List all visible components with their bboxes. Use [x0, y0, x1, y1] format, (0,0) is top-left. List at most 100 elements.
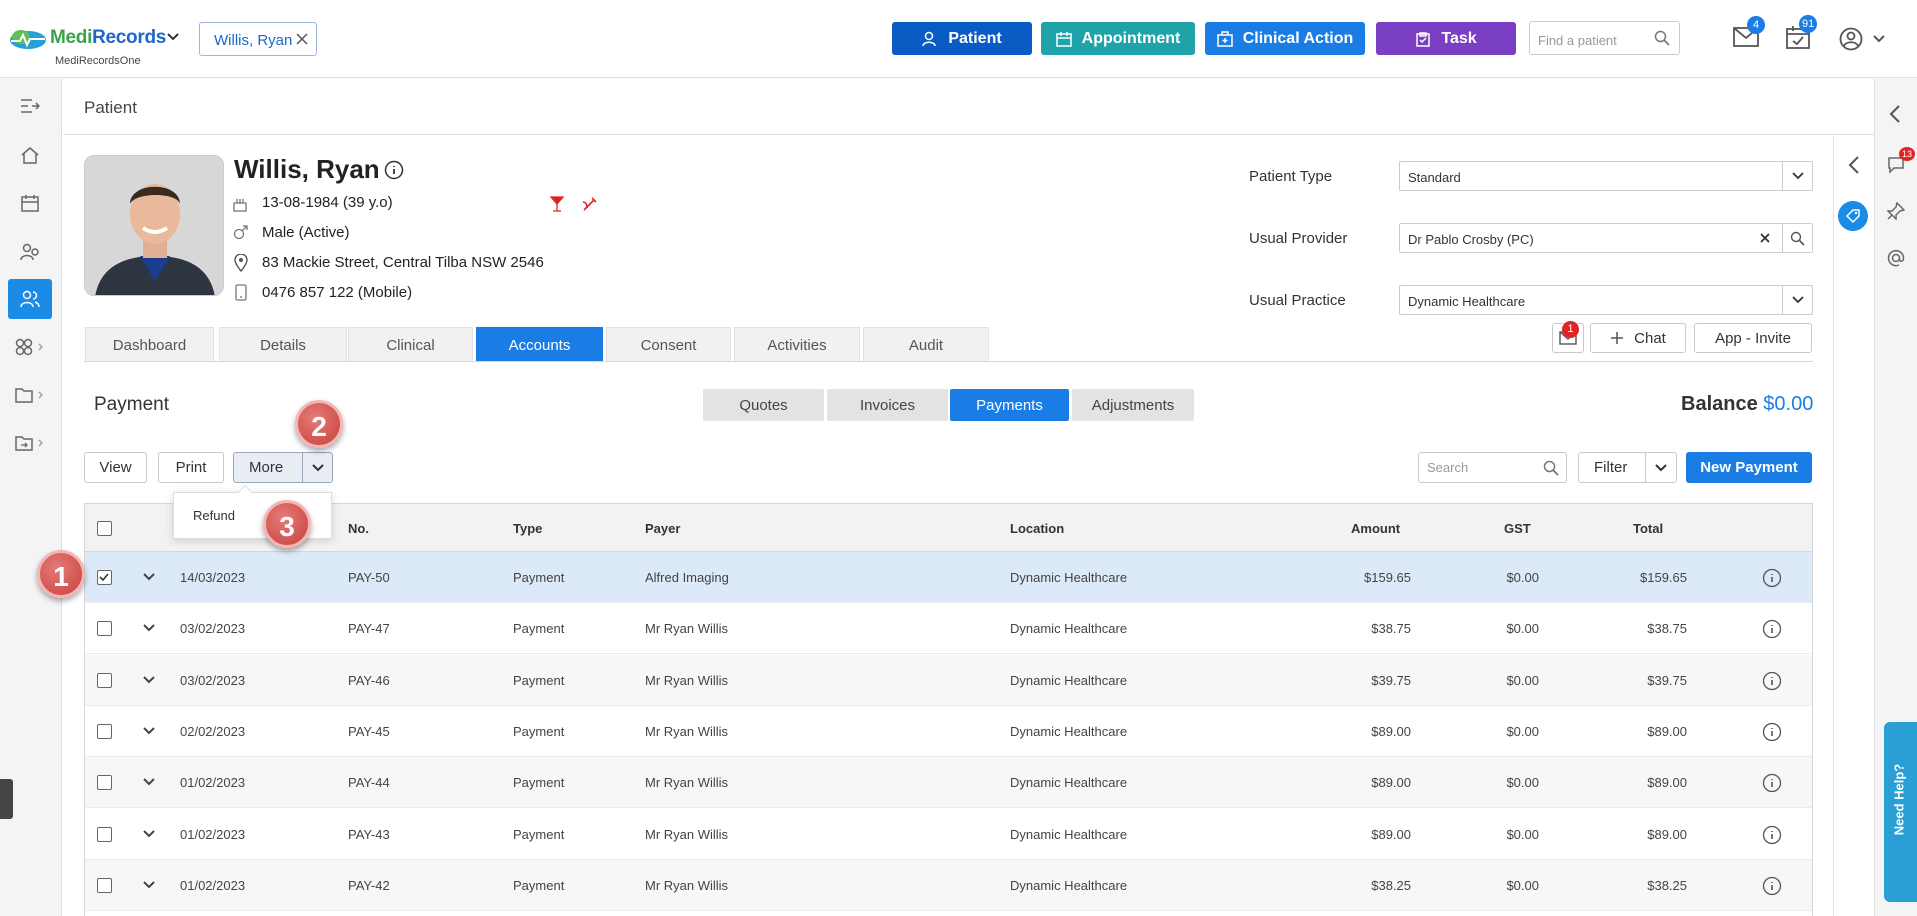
- folder-icon[interactable]: [8, 375, 52, 415]
- tasks-badge: 91: [1799, 15, 1818, 33]
- brand-name[interactable]: MediRecords: [50, 27, 166, 49]
- pin-icon[interactable]: [1887, 202, 1905, 220]
- chevron-down-icon[interactable]: [1782, 286, 1812, 314]
- chevron-down-icon[interactable]: [1645, 453, 1676, 482]
- more-button[interactable]: More: [233, 452, 333, 483]
- chevron-down-icon[interactable]: [1782, 162, 1812, 190]
- row-checkbox[interactable]: [97, 672, 112, 688]
- view-button[interactable]: View: [84, 452, 147, 483]
- shared-folder-icon[interactable]: [8, 423, 52, 463]
- side-drawer-handle[interactable]: [0, 779, 13, 819]
- expand-menu-icon[interactable]: [8, 86, 52, 126]
- col-type[interactable]: Type: [513, 521, 542, 536]
- new-task-button[interactable]: Task: [1376, 22, 1516, 55]
- chevron-left-icon[interactable]: [1889, 105, 1901, 123]
- tab-invoices[interactable]: Invoices: [827, 389, 948, 421]
- tab-dashboard[interactable]: Dashboard: [85, 327, 214, 361]
- chevron-down-icon[interactable]: [302, 453, 332, 482]
- medirecords-logo-icon[interactable]: [8, 28, 48, 50]
- filter-button[interactable]: Filter: [1578, 452, 1677, 483]
- info-icon[interactable]: [1762, 876, 1782, 896]
- table-row[interactable]: 01/02/2023 PAY-44 Payment Mr Ryan Willis…: [85, 757, 1812, 809]
- row-gst: $0.00: [1506, 723, 1539, 739]
- chevron-down-icon[interactable]: [167, 33, 179, 41]
- alcohol-icon[interactable]: [550, 196, 564, 212]
- tab-accounts[interactable]: Accounts: [476, 327, 603, 361]
- usual-practice-select[interactable]: Dynamic Healthcare: [1399, 285, 1813, 315]
- table-row[interactable]: 14/03/2023 PAY-50 Payment Alfred Imaging…: [85, 552, 1812, 603]
- row-checkbox-checked[interactable]: [97, 570, 112, 585]
- info-icon[interactable]: [1762, 825, 1782, 845]
- home-icon[interactable]: [8, 135, 52, 175]
- row-checkbox[interactable]: [97, 877, 112, 893]
- patient-type-select[interactable]: Standard: [1399, 161, 1813, 191]
- patients-icon[interactable]: [8, 279, 52, 319]
- tag-icon[interactable]: [1838, 201, 1868, 231]
- info-icon[interactable]: [1762, 568, 1782, 588]
- chevron-down-icon[interactable]: [143, 624, 155, 632]
- at-sign-icon[interactable]: [1887, 249, 1905, 267]
- info-icon[interactable]: [384, 160, 404, 180]
- col-payer[interactable]: Payer: [645, 521, 680, 536]
- app-invite-button[interactable]: App - Invite: [1694, 323, 1812, 353]
- tab-adjustments[interactable]: Adjustments: [1072, 389, 1194, 421]
- chevron-down-icon[interactable]: [143, 727, 155, 735]
- row-checkbox[interactable]: [97, 723, 112, 739]
- select-all-checkbox[interactable]: [97, 521, 112, 536]
- tab-quotes[interactable]: Quotes: [703, 389, 824, 421]
- table-row[interactable]: 01/02/2023 PAY-43 Payment Mr Ryan Willis…: [85, 809, 1812, 860]
- table-row[interactable]: 03/02/2023 PAY-47 Payment Mr Ryan Willis…: [85, 603, 1812, 655]
- col-gst[interactable]: GST: [1504, 521, 1531, 536]
- usual-provider-input[interactable]: Dr Pablo Crosby (PC): [1399, 223, 1813, 253]
- chevron-down-icon[interactable]: [143, 881, 155, 889]
- tab-details[interactable]: Details: [219, 327, 347, 361]
- row-checkbox[interactable]: [97, 621, 112, 637]
- new-patient-button[interactable]: Patient: [892, 22, 1032, 55]
- chevron-down-icon[interactable]: [143, 778, 155, 786]
- chevron-left-icon[interactable]: [1848, 156, 1860, 174]
- chevron-down-icon[interactable]: [143, 675, 155, 684]
- find-patient-input[interactable]: Find a patient: [1529, 21, 1680, 55]
- chat-button[interactable]: Chat: [1590, 323, 1686, 353]
- search-icon[interactable]: [1782, 224, 1812, 252]
- row-checkbox[interactable]: [97, 826, 112, 842]
- patient-chip[interactable]: Willis, Ryan: [199, 22, 317, 56]
- info-icon[interactable]: [1762, 722, 1782, 742]
- chevron-down-icon[interactable]: [143, 573, 155, 581]
- search-icon[interactable]: [1654, 30, 1670, 46]
- close-icon[interactable]: [296, 33, 308, 45]
- payments-search-input[interactable]: Search: [1418, 452, 1567, 483]
- row-checkbox[interactable]: [97, 775, 112, 791]
- info-icon[interactable]: [1762, 671, 1782, 691]
- menu-item-refund[interactable]: Refund: [193, 508, 235, 523]
- tab-consent[interactable]: Consent: [606, 327, 731, 361]
- col-location[interactable]: Location: [1010, 521, 1064, 536]
- tab-audit[interactable]: Audit: [863, 327, 989, 361]
- clear-icon[interactable]: [1760, 233, 1770, 243]
- info-icon[interactable]: [1762, 619, 1782, 639]
- user-avatar-icon[interactable]: [1839, 27, 1863, 51]
- search-icon[interactable]: [1543, 460, 1559, 476]
- print-button[interactable]: Print: [158, 452, 224, 483]
- tab-payments[interactable]: Payments: [950, 389, 1069, 421]
- patient-gender: Male (Active): [262, 224, 350, 241]
- tab-clinical[interactable]: Clinical: [348, 327, 473, 361]
- need-help-button[interactable]: Need Help?: [1884, 722, 1917, 902]
- new-payment-button[interactable]: New Payment: [1686, 452, 1812, 483]
- table-row[interactable]: 02/02/2023 PAY-45 Payment Mr Ryan Willis…: [85, 706, 1812, 757]
- chevron-down-icon[interactable]: [143, 829, 155, 838]
- tab-activities[interactable]: Activities: [734, 327, 860, 361]
- new-appointment-button[interactable]: Appointment: [1041, 22, 1195, 55]
- table-row[interactable]: 03/02/2023 PAY-46 Payment Mr Ryan Willis…: [85, 654, 1812, 706]
- col-amount[interactable]: Amount: [1351, 521, 1400, 536]
- col-total[interactable]: Total: [1633, 521, 1663, 536]
- col-no[interactable]: No.: [348, 521, 369, 536]
- smoking-icon[interactable]: [582, 196, 598, 212]
- table-row[interactable]: 01/02/2023 PAY-42 Payment Mr Ryan Willis…: [85, 859, 1812, 911]
- calendar-icon[interactable]: [8, 183, 52, 223]
- clinical-action-button[interactable]: Clinical Action: [1205, 22, 1365, 55]
- modules-icon[interactable]: [8, 327, 52, 367]
- info-icon[interactable]: [1762, 773, 1782, 793]
- chevron-down-icon[interactable]: [1873, 35, 1885, 43]
- clinical-icon[interactable]: [8, 232, 52, 272]
